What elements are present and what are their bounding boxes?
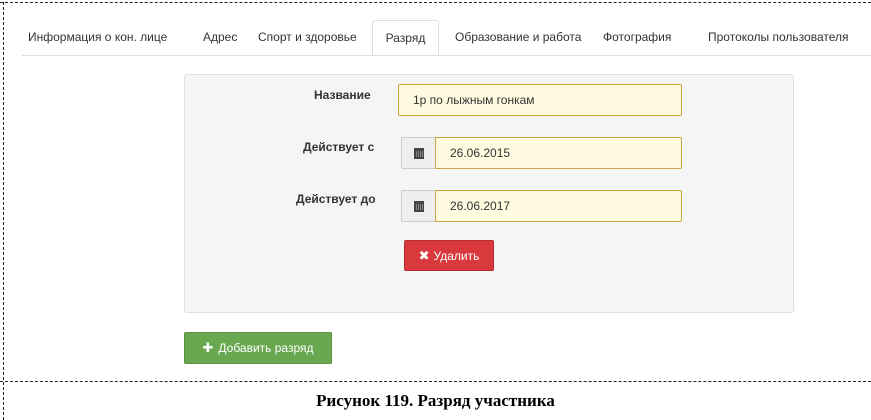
tab-photo[interactable]: Фотография (603, 20, 671, 55)
tab-address[interactable]: Адрес (203, 20, 237, 55)
valid-from-calendar-button[interactable] (401, 137, 435, 169)
add-rank-button-label: Добавить разряд (218, 341, 314, 355)
plus-icon: ✚ (202, 340, 214, 355)
delete-button-label: Удалить (433, 248, 480, 263)
tab-sport-health[interactable]: Спорт и здоровье (258, 20, 357, 55)
name-label: Название (314, 88, 371, 102)
valid-from-label: Действует с (303, 140, 375, 154)
valid-to-label: Действует до (296, 192, 376, 206)
figure-caption: Рисунок 119. Разряд участника (316, 391, 555, 410)
name-input[interactable]: 1р по лыжным гонкам (398, 84, 682, 116)
valid-to-input[interactable]: 26.06.2017 (435, 190, 682, 222)
calendar-icon (413, 147, 424, 159)
tab-user-protocols[interactable]: Протоколы пользователя (708, 20, 849, 55)
tab-rank[interactable]: Разряд (372, 20, 439, 55)
delete-button[interactable]: ✖ Удалить (404, 240, 494, 271)
tab-bar: Информация о кон. лице Адрес Спорт и здо… (22, 20, 871, 56)
add-rank-button[interactable]: ✚ Добавить разряд (184, 332, 332, 364)
calendar-icon (413, 200, 424, 212)
tab-education-work[interactable]: Образование и работа (455, 20, 581, 55)
remove-icon: ✖ (418, 247, 430, 263)
valid-from-input[interactable]: 26.06.2015 (435, 137, 682, 169)
valid-to-calendar-button[interactable] (401, 190, 435, 222)
tab-contact-info[interactable]: Информация о кон. лице (28, 20, 167, 55)
frame-border-left (3, 2, 4, 420)
caption-separator (0, 381, 871, 382)
frame-border-top (0, 2, 871, 3)
